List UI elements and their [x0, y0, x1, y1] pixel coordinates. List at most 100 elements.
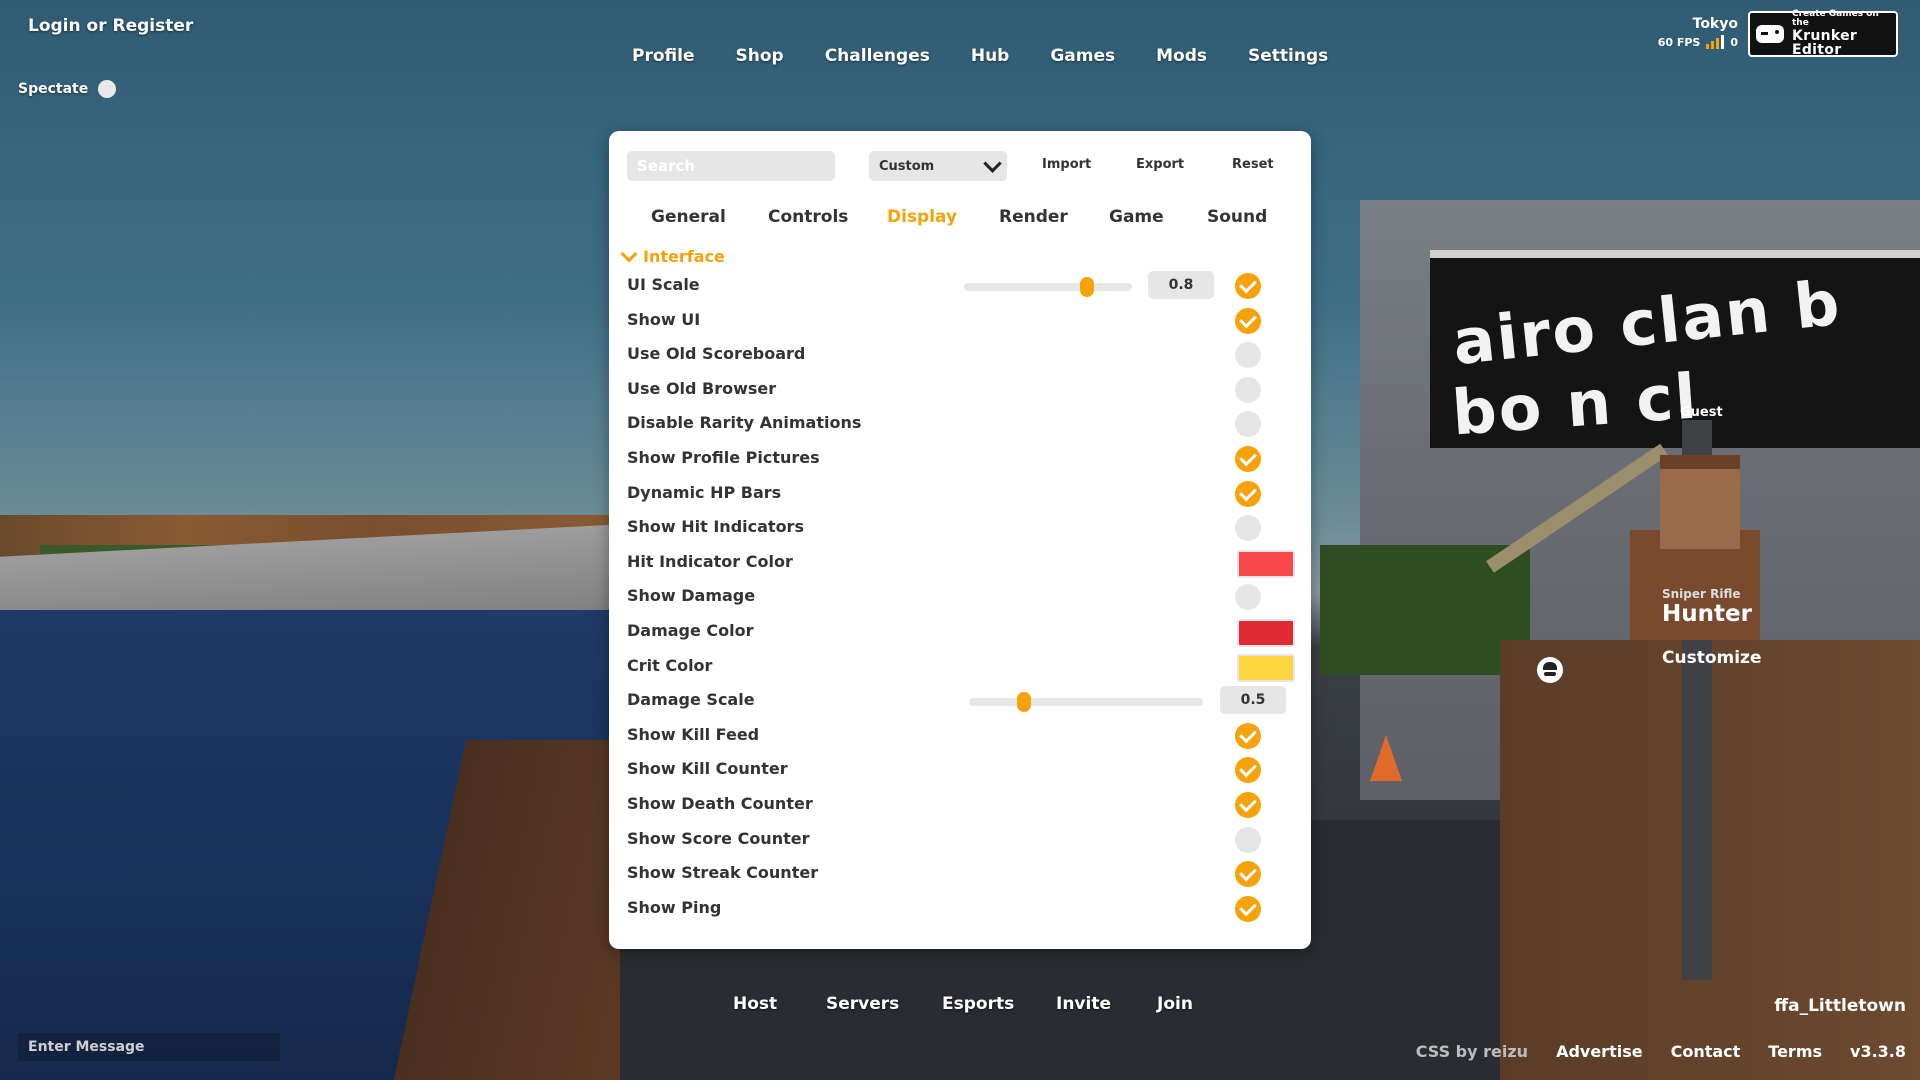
checkbox-unchecked[interactable]: [1235, 826, 1261, 853]
hat-icon[interactable]: [1537, 657, 1563, 683]
version-label: v3.3.8: [1850, 1042, 1906, 1061]
color-swatch[interactable]: [1237, 653, 1295, 682]
preset-dropdown[interactable]: Custom: [869, 151, 1007, 181]
advertise-link[interactable]: Advertise: [1556, 1042, 1643, 1061]
setting-row: Use Old Scoreboard: [627, 340, 1293, 370]
setting-row: UI Scale 0.8: [627, 271, 1293, 301]
tab-render[interactable]: Render: [999, 207, 1068, 227]
setting-label: Crit Color: [627, 655, 713, 675]
setting-row: Disable Rarity Animations: [627, 409, 1293, 439]
slider-thumb[interactable]: [1079, 277, 1094, 297]
tab-controls[interactable]: Controls: [768, 207, 848, 227]
reset-button[interactable]: Reset: [1232, 157, 1274, 172]
setting-row: Show UI: [627, 306, 1293, 336]
setting-label: Damage Scale: [627, 690, 755, 710]
fps-counter: 60 FPS 0: [1658, 34, 1738, 49]
billboard: airo clan b bo n cl: [1430, 250, 1920, 450]
setting-label: Show Streak Counter: [627, 863, 819, 883]
setting-row: Show Death Counter: [627, 790, 1293, 820]
map-name: ffa_Littletown: [1774, 996, 1906, 1016]
slider-thumb[interactable]: [1017, 692, 1032, 713]
contact-link[interactable]: Contact: [1671, 1042, 1741, 1061]
chevron-down-icon: [620, 245, 638, 262]
checkbox-unchecked[interactable]: [1235, 376, 1261, 403]
checkbox-checked[interactable]: [1235, 307, 1261, 334]
nav-mods[interactable]: Mods: [1156, 46, 1207, 66]
setting-label: Show Profile Pictures: [627, 448, 820, 467]
setting-row: Show Ping: [627, 894, 1293, 924]
tab-game[interactable]: Game: [1109, 207, 1164, 227]
checkbox-checked[interactable]: [1235, 722, 1261, 749]
setting-label: Dynamic HP Bars: [627, 482, 782, 502]
css-credit: CSS by reizu: [1415, 1042, 1529, 1061]
setting-label: Disable Rarity Animations: [627, 413, 862, 433]
color-swatch[interactable]: [1237, 619, 1295, 647]
checkbox-checked[interactable]: [1235, 480, 1261, 507]
editor-text: Create Games on the Krunker Editor: [1792, 9, 1890, 58]
esports-button[interactable]: Esports: [942, 994, 1014, 1014]
setting-label: Show UI: [627, 309, 701, 329]
settings-tabs: General Controls Display Render Game Sou…: [609, 207, 1311, 237]
nav-profile[interactable]: Profile: [632, 46, 694, 66]
nav-settings[interactable]: Settings: [1248, 46, 1328, 66]
checkbox-unchecked[interactable]: [1235, 342, 1261, 369]
setting-label: Use Old Browser: [627, 378, 777, 398]
checkbox-checked[interactable]: [1235, 861, 1261, 888]
setting-label: Show Hit Indicators: [627, 517, 804, 537]
setting-value-input[interactable]: 0.8: [1148, 271, 1214, 299]
color-swatch[interactable]: [1237, 549, 1295, 578]
setting-label: UI Scale: [627, 275, 700, 294]
tab-display[interactable]: Display: [887, 207, 957, 227]
nav-shop[interactable]: Shop: [735, 46, 783, 66]
setting-label: Show Score Counter: [627, 828, 810, 848]
setting-row: Damage Scale 0.5: [627, 686, 1293, 716]
setting-slider[interactable]: [969, 692, 1203, 713]
class-info[interactable]: Sniper Rifle Hunter: [1662, 587, 1752, 627]
tab-general[interactable]: General: [651, 207, 726, 227]
setting-row: Use Old Browser: [627, 375, 1293, 405]
servers-button[interactable]: Servers: [826, 994, 899, 1014]
nav-challenges[interactable]: Challenges: [825, 46, 930, 66]
nav-hub[interactable]: Hub: [971, 46, 1010, 66]
gamepad-icon: [1756, 25, 1784, 43]
setting-label: Use Old Scoreboard: [627, 344, 806, 364]
settings-toolbar: Custom Import Export Reset: [627, 151, 1293, 181]
setting-row: Show Profile Pictures: [627, 444, 1293, 474]
checkbox-unchecked[interactable]: [1235, 411, 1261, 438]
player-model-head: [1660, 455, 1740, 549]
spectate-toggle[interactable]: Spectate: [18, 80, 117, 98]
settings-search-input[interactable]: [627, 151, 835, 181]
checkbox-checked[interactable]: [1235, 273, 1261, 299]
checkbox-checked[interactable]: [1235, 895, 1261, 922]
setting-slider[interactable]: [964, 277, 1132, 297]
setting-row: Crit Color: [627, 652, 1295, 682]
import-button[interactable]: Import: [1042, 157, 1091, 172]
setting-label: Show Kill Feed: [627, 724, 760, 744]
spectate-switch[interactable]: [98, 80, 117, 98]
checkbox-checked[interactable]: [1235, 792, 1261, 818]
checkbox-checked[interactable]: [1235, 446, 1261, 472]
setting-value-input[interactable]: 0.5: [1220, 686, 1286, 715]
weapon-name: Sniper Rifle: [1662, 587, 1741, 601]
main-nav: Profile Shop Challenges Hub Games Mods S…: [610, 46, 1328, 66]
customize-button[interactable]: Customize: [1662, 648, 1761, 668]
login-register-link[interactable]: Login or Register: [28, 16, 193, 36]
tab-sound[interactable]: Sound: [1207, 207, 1267, 227]
setting-label: Show Damage: [627, 586, 756, 606]
invite-button[interactable]: Invite: [1056, 994, 1111, 1014]
terms-link[interactable]: Terms: [1768, 1042, 1822, 1061]
setting-label: Show Death Counter: [627, 794, 813, 813]
checkbox-unchecked[interactable]: [1235, 515, 1261, 542]
server-region[interactable]: Tokyo 60 FPS 0: [1658, 16, 1738, 49]
checkbox-checked[interactable]: [1235, 757, 1261, 784]
checkbox-unchecked[interactable]: [1235, 584, 1261, 611]
chat-input[interactable]: [18, 1033, 280, 1061]
spectate-label: Spectate: [18, 81, 89, 97]
nav-games[interactable]: Games: [1050, 46, 1115, 66]
section-interface-header[interactable]: Interface: [620, 245, 725, 266]
krunker-editor-button[interactable]: Create Games on the Krunker Editor: [1748, 9, 1898, 58]
preset-value: Custom: [879, 158, 935, 174]
host-button[interactable]: Host: [733, 994, 777, 1014]
join-button[interactable]: Join: [1157, 994, 1193, 1014]
export-button[interactable]: Export: [1136, 157, 1184, 172]
